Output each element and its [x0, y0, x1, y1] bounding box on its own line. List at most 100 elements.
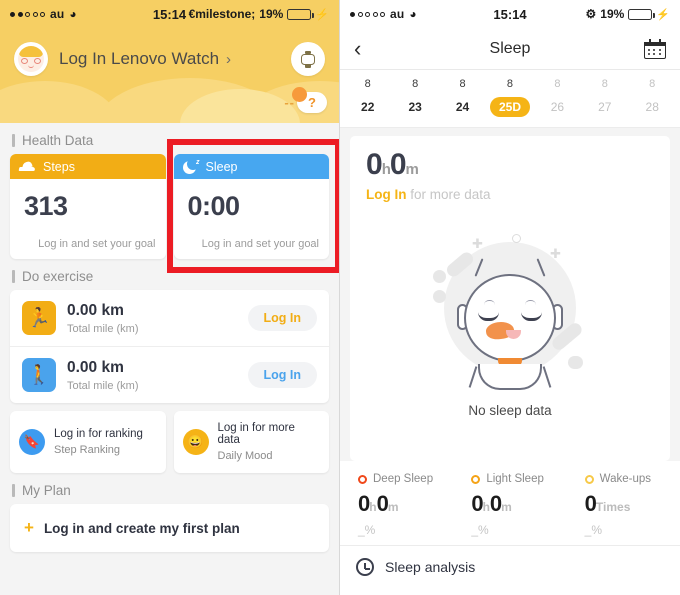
stat-value: 0h0m	[471, 491, 566, 517]
back-chevron-icon[interactable]: ‹	[354, 37, 361, 60]
steps-card-body: 313 Log in and set your goal	[10, 179, 166, 259]
steps-subtext: Log in and set your goal	[38, 238, 156, 250]
wifi-icon: ◕	[69, 7, 77, 21]
date-item[interactable]: 8 26	[534, 78, 581, 117]
step-ranking-text: Log in for ranking Step Ranking	[54, 428, 143, 456]
watch-icon-button[interactable]	[291, 42, 325, 76]
stat-wake-ups: Wake-ups 0Times _%	[567, 473, 680, 537]
sleep-card-title: Sleep	[205, 159, 238, 174]
sleep-stats-row: Deep Sleep 0h0m _% Light Sleep 0h0m _% W…	[340, 461, 680, 546]
date-month: 8	[649, 78, 656, 90]
sleep-navigation-bar: ‹ Sleep	[340, 28, 680, 70]
running-login-button[interactable]: Log In	[247, 305, 317, 331]
date-day: 24	[455, 100, 470, 114]
login-title: Log In Lenovo Watch	[59, 49, 220, 68]
bluetooth-icon: €milestone;	[188, 7, 256, 21]
dual-screenshot-container: au ◕ 15:14 €milestone; 19% ⚡ Log In Leno…	[0, 0, 680, 595]
carrier-label: au	[50, 7, 65, 21]
stat-header: Light Sleep	[471, 473, 566, 485]
sleep-value: 0:00	[187, 191, 241, 221]
exercise-row-hiking[interactable]: 🚶 0.00 km Total mile (km) Log In	[10, 346, 329, 403]
date-item[interactable]: 8 28	[629, 78, 676, 117]
sleeping-mascot-illustration: ✚ ✚	[420, 233, 600, 399]
date-item[interactable]: 8 23	[391, 78, 438, 117]
daily-mood-card[interactable]: 😀 Log in for more data Daily Mood	[173, 411, 329, 473]
light-minutes-unit: m	[501, 500, 512, 514]
left-status-right: €milestone; 19% ⚡	[189, 7, 329, 21]
stat-value: 0h0m	[358, 491, 453, 517]
help-badge[interactable]: -- ?	[284, 87, 327, 113]
section-do-exercise: Do exercise	[0, 259, 339, 290]
light-hours: 0	[471, 491, 483, 516]
date-month: 8	[601, 78, 608, 90]
hero-row: Log In Lenovo Watch ›	[0, 28, 339, 76]
date-item[interactable]: 8 24	[439, 78, 486, 117]
steps-card-header: Steps	[10, 154, 166, 179]
mini-cards-row: 🔖 Log in for ranking Step Ranking 😀 Log …	[0, 403, 339, 473]
date-item[interactable]: 8 22	[344, 78, 391, 117]
step-ranking-line1: Log in for ranking	[54, 428, 143, 440]
steps-card-title: Steps	[43, 159, 75, 174]
sleep-card[interactable]: z Sleep 0:00 Log in and set your goal	[173, 154, 330, 259]
stat-label: Light Sleep	[486, 473, 544, 485]
wakeups-percent: _%	[584, 523, 602, 537]
step-ranking-card[interactable]: 🔖 Log in for ranking Step Ranking	[10, 411, 166, 473]
bluetooth-icon: ⚙	[585, 7, 597, 21]
plus-icon: +	[24, 518, 34, 537]
sleep-card-body: 0:00 Log in and set your goal	[174, 179, 330, 259]
date-day: 22	[361, 100, 375, 114]
hiking-icon: 🚶	[22, 358, 56, 392]
running-caption: Total mile (km)	[67, 322, 139, 335]
exercise-text: 0.00 km Total mile (km)	[67, 359, 139, 392]
watch-icon	[301, 50, 315, 68]
deep-sleep-ring-icon	[358, 474, 367, 484]
light-percent: _%	[471, 523, 489, 537]
battery-icon	[287, 8, 314, 20]
section-my-plan: My Plan	[0, 473, 339, 504]
section-title: Health Data	[22, 133, 94, 148]
exercise-row-running[interactable]: 🏃 0.00 km Total mile (km) Log In	[10, 290, 329, 346]
clock-icon	[356, 558, 374, 576]
user-avatar[interactable]	[14, 42, 48, 76]
deep-hours-unit: h	[369, 500, 377, 514]
carrier-label: au	[390, 7, 405, 21]
steps-card[interactable]: Steps 313 Log in and set your goal	[10, 154, 166, 259]
calendar-icon[interactable]	[644, 38, 666, 59]
date-day: 25D	[489, 97, 530, 117]
section-title: My Plan	[22, 483, 71, 498]
steps-value: 313	[24, 191, 68, 221]
left-phone-screen: au ◕ 15:14 €milestone; 19% ⚡ Log In Leno…	[0, 0, 340, 595]
exercise-card: 🏃 0.00 km Total mile (km) Log In 🚶 0.00 …	[10, 290, 329, 403]
health-cards-row: Steps 313 Log in and set your goal z Sle…	[0, 154, 339, 259]
exercise-text: 0.00 km Total mile (km)	[67, 302, 139, 335]
empty-state: ✚ ✚ No sleep data	[350, 198, 670, 453]
section-title: Do exercise	[22, 269, 94, 284]
date-item[interactable]: 8 27	[581, 78, 628, 117]
date-month: 8	[412, 78, 419, 90]
hiking-distance: 0.00 km	[67, 358, 124, 376]
date-month: 8	[364, 78, 371, 90]
sleep-analysis-row[interactable]: Sleep analysis	[340, 546, 680, 588]
login-hero-banner[interactable]: Log In Lenovo Watch › -- ?	[0, 28, 339, 123]
deep-hours: 0	[358, 491, 370, 516]
date-day: 27	[598, 100, 612, 114]
battery-percent-label: 19%	[259, 7, 284, 21]
create-plan-card[interactable]: + Log in and create my first plan	[10, 504, 329, 552]
stat-value: 0Times	[585, 491, 680, 517]
date-month: 8	[554, 78, 561, 90]
no-data-label: No sleep data	[468, 402, 552, 418]
deep-percent: _%	[358, 523, 376, 537]
sleep-hours-unit: h	[381, 161, 391, 178]
date-month: 8	[506, 78, 514, 90]
date-selector: 8 22 8 23 8 24 8 25D 8 26 8 27 8 28	[340, 70, 680, 128]
hiking-login-button[interactable]: Log In	[247, 362, 317, 388]
question-mark-icon: ?	[292, 87, 327, 113]
battery-percent-label: 19%	[600, 7, 625, 21]
stat-label: Wake-ups	[599, 473, 651, 485]
light-sleep-ring-icon	[471, 474, 481, 484]
moon-icon: z	[182, 158, 200, 175]
date-item-selected[interactable]: 8 25D	[486, 78, 533, 117]
sleep-main-area: 0h0m Log In for more data ✚ ✚ No sleep d…	[340, 128, 680, 461]
wakeups-count: 0	[584, 491, 597, 516]
stat-light-sleep: Light Sleep 0h0m _%	[453, 473, 566, 537]
